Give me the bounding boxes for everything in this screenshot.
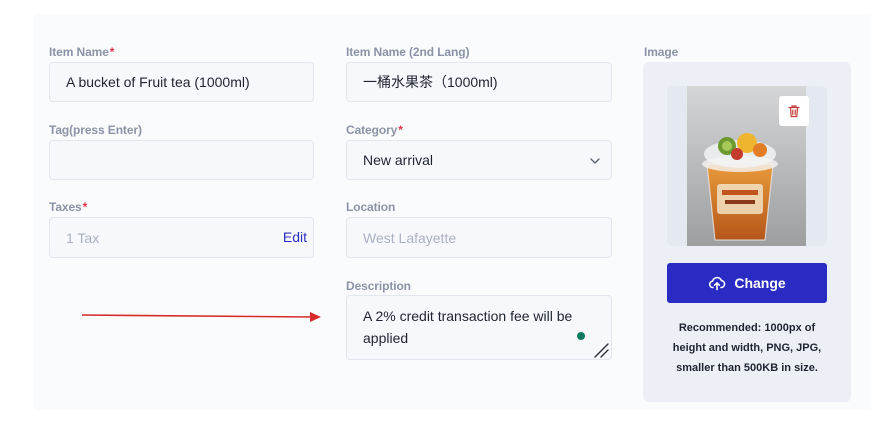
- upload-cloud-icon: [709, 276, 726, 291]
- taxes-label-text: Taxes: [49, 200, 82, 214]
- description-value: A 2% credit transaction fee will be appl…: [363, 308, 573, 346]
- tag-input[interactable]: [49, 140, 314, 180]
- image-card: Change Recommended: 1000px of height and…: [643, 62, 851, 402]
- image-label: Image: [644, 45, 679, 59]
- item-name-label-text: Item Name: [49, 45, 109, 59]
- category-value: New arrival: [363, 152, 434, 168]
- item-name-input[interactable]: A bucket of Fruit tea (1000ml): [49, 62, 314, 102]
- category-label: Category*: [346, 123, 403, 137]
- item-name-label: Item Name*: [49, 45, 114, 59]
- tag-label: Tag(press Enter): [49, 123, 142, 137]
- chevron-down-icon: [590, 158, 600, 164]
- category-label-text: Category: [346, 123, 398, 137]
- delete-image-button[interactable]: [779, 96, 809, 126]
- taxes-value: 1 Tax: [66, 229, 100, 246]
- arrow-right-icon: [81, 312, 321, 322]
- status-dot-icon: [577, 332, 585, 340]
- location-input[interactable]: West Lafayette: [346, 217, 612, 258]
- trash-icon: [788, 105, 800, 118]
- product-image: [667, 86, 827, 246]
- category-select[interactable]: New arrival: [346, 140, 612, 180]
- description-textarea[interactable]: A 2% credit transaction fee will be appl…: [346, 295, 612, 360]
- resize-grip-icon[interactable]: [592, 341, 610, 359]
- taxes-label: Taxes*: [49, 200, 87, 214]
- description-label: Description: [346, 279, 411, 293]
- item-name-2nd-value: 一桶水果茶（1000ml): [363, 74, 498, 90]
- taxes-field[interactable]: 1 Tax Edit: [49, 217, 314, 258]
- location-value: West Lafayette: [363, 229, 457, 246]
- image-recommendation-text: Recommended: 1000px of height and width,…: [672, 322, 822, 374]
- required-marker: *: [109, 45, 115, 59]
- item-name-value: A bucket of Fruit tea (1000ml): [66, 74, 250, 90]
- item-name-2nd-label: Item Name (2nd Lang): [346, 45, 470, 59]
- item-name-2nd-input[interactable]: 一桶水果茶（1000ml): [346, 62, 612, 102]
- location-label: Location: [346, 200, 396, 214]
- change-image-button[interactable]: Change: [667, 263, 827, 303]
- required-marker: *: [398, 123, 403, 137]
- taxes-edit-link[interactable]: Edit: [283, 229, 307, 245]
- required-marker: *: [82, 200, 88, 214]
- change-button-label: Change: [734, 275, 786, 291]
